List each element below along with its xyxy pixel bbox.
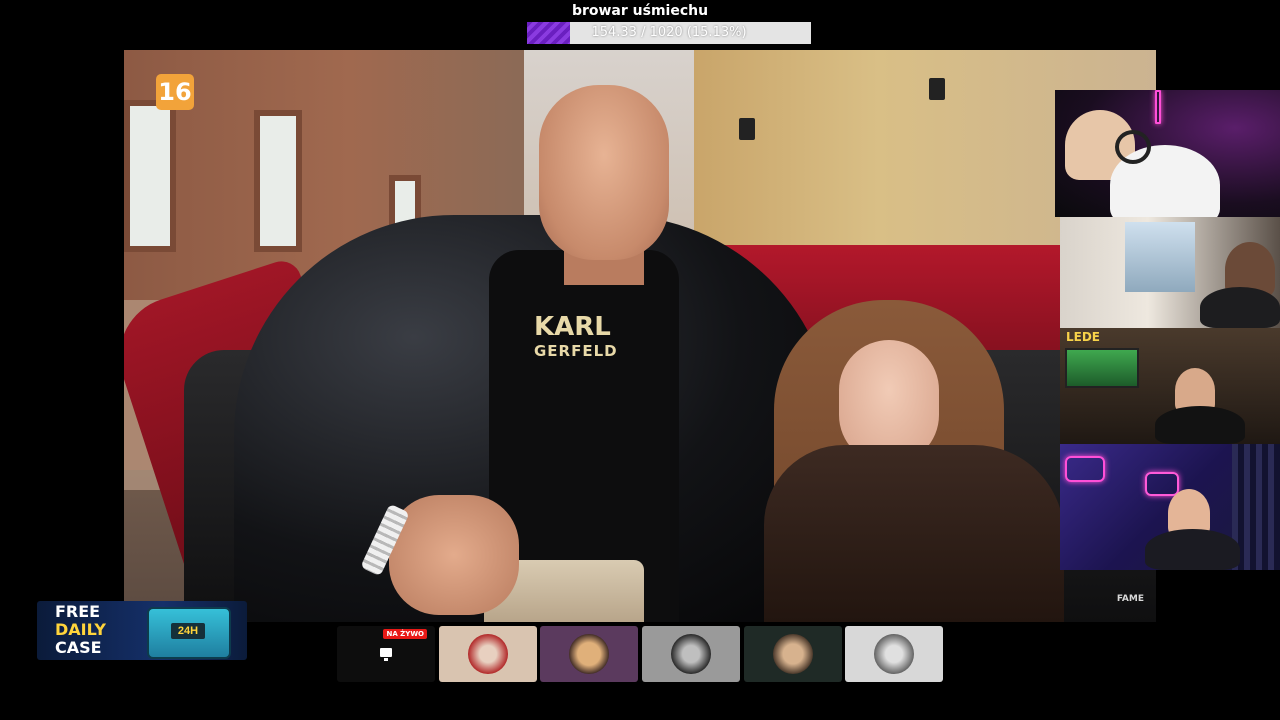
webcam-1 xyxy=(1055,90,1280,217)
streamer-3-shirt xyxy=(1155,406,1245,444)
monitor-icon xyxy=(380,648,392,661)
street-lamp xyxy=(929,78,945,100)
street-lamp xyxy=(739,118,755,140)
neon-sign xyxy=(1065,456,1105,482)
avatar xyxy=(874,634,914,674)
age-rating-badge: 16 xyxy=(156,74,194,110)
video-window xyxy=(124,100,176,252)
avatar xyxy=(671,634,711,674)
webcam-3: LEDE xyxy=(1060,328,1280,444)
live-badge: NA ŻYWO xyxy=(383,629,427,639)
cam-overlay-text: LEDE xyxy=(1066,330,1101,344)
headphones-icon xyxy=(1115,130,1151,164)
man-head xyxy=(539,85,669,260)
avatar xyxy=(773,634,813,674)
goal-progress-text: 154.33 / 1020 (15.13%) xyxy=(591,25,747,40)
avatar xyxy=(468,634,508,674)
webcam-2 xyxy=(1060,217,1280,328)
webcam-4 xyxy=(1060,444,1280,570)
man-hand xyxy=(389,495,519,615)
treasure-chest-icon: 24H xyxy=(147,607,231,659)
video-window xyxy=(254,110,302,252)
ad-line-3: CASE xyxy=(55,638,102,657)
neon-light xyxy=(1155,90,1161,124)
stream-tile[interactable] xyxy=(540,626,638,682)
goal-progress-bar: 154.33 / 1020 (15.13%) xyxy=(527,22,811,44)
streamer-2-shirt xyxy=(1200,287,1280,328)
chest-label: 24H xyxy=(171,623,205,639)
aquarium xyxy=(1065,348,1139,388)
main-video-player[interactable]: KARL GERFELD 16 FAME xyxy=(124,50,1156,622)
stream-tile-live[interactable]: NA ŻYWO xyxy=(337,626,435,682)
ad-text: FREE DAILY CASE xyxy=(55,603,106,657)
shirt-print-line2: GERFELD xyxy=(534,342,618,360)
goal-title: browar uśmiechu xyxy=(571,3,709,19)
free-daily-case-ad[interactable]: FREE DAILY CASE 24H xyxy=(37,601,247,660)
girl-jacket xyxy=(764,445,1064,622)
stream-tile[interactable] xyxy=(642,626,740,682)
neon-sign xyxy=(1145,472,1179,496)
shirt-print: KARL GERFELD xyxy=(534,312,644,363)
streamer-4-shirt xyxy=(1145,529,1240,570)
stream-tile[interactable] xyxy=(744,626,842,682)
shirt-print-line1: KARL xyxy=(534,312,611,342)
channel-watermark: FAME xyxy=(1116,594,1144,604)
stream-tile[interactable] xyxy=(439,626,537,682)
room-window xyxy=(1125,222,1195,292)
ad-line-2: DAILY xyxy=(55,620,106,639)
ad-line-1: FREE xyxy=(55,602,101,621)
avatar xyxy=(569,634,609,674)
stream-tile[interactable] xyxy=(845,626,943,682)
